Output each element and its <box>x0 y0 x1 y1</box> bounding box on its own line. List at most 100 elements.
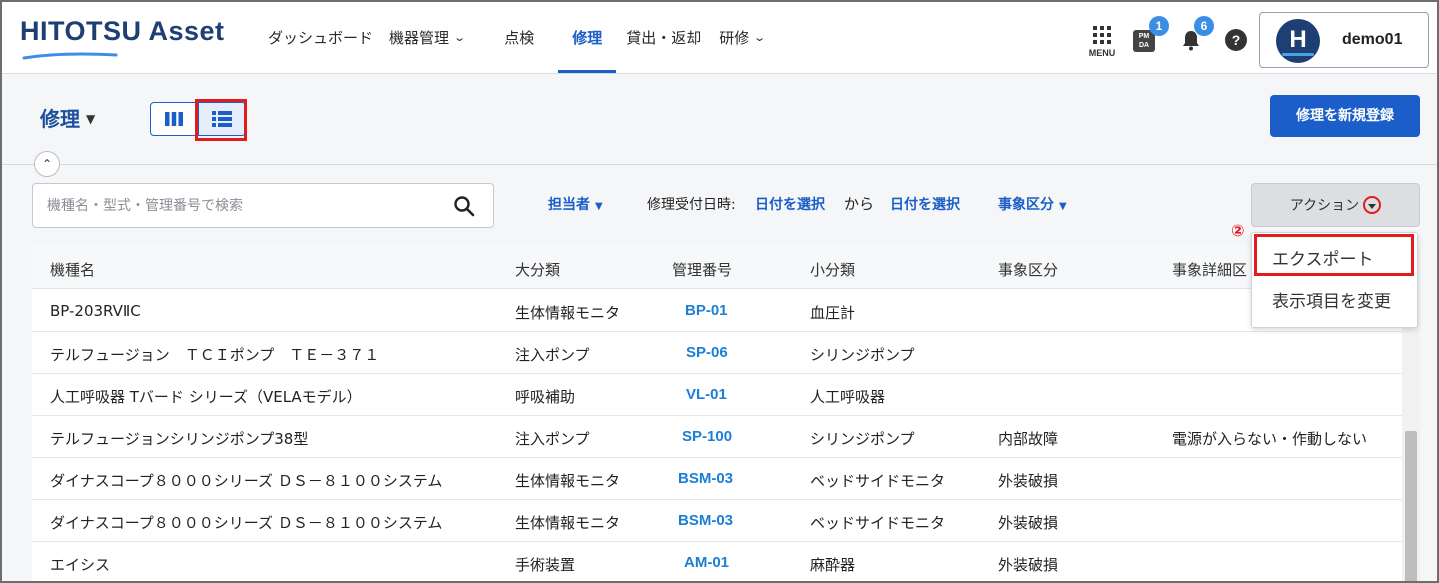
list-view-highlight <box>195 99 247 141</box>
cell-event-type: 外装破損 <box>998 514 1059 532</box>
cell-subcategory: 人工呼吸器 <box>810 388 886 406</box>
help-icon[interactable]: ? <box>1225 29 1247 51</box>
nav-label: 貸出・返却 <box>626 28 702 47</box>
page-title: 修理 <box>40 107 80 131</box>
nav-item-repair[interactable]: 修理 <box>558 2 617 73</box>
cell-asset-id[interactable]: AM-01 <box>684 554 729 571</box>
nav-item-equipment[interactable]: 機器管理 ⌄ <box>387 2 478 72</box>
table-row[interactable]: テルフュージョンシリンジポンプ38型 注入ポンプ SP-100 シリンジポンプ … <box>32 416 1402 458</box>
main-nav: ダッシュボード 機器管理 ⌄ 点検 修理 貸出・返却 研修 ⌄ <box>268 2 779 73</box>
caret-down-icon: ▼ <box>86 112 96 126</box>
cell-model: テルフュージョンシリンジポンプ38型 <box>50 430 309 448</box>
cell-category: 生体情報モニタ <box>515 472 621 490</box>
cell-subcategory: ベッドサイドモニタ <box>810 514 946 532</box>
column-header[interactable]: 機種名 <box>50 259 95 280</box>
caret-down-icon: ▼ <box>1059 201 1067 212</box>
table-header: 機種名 大分類 管理番号 小分類 事象区分 事象詳細区 <box>32 246 1402 289</box>
nav-item-inspection[interactable]: 点検 <box>478 2 548 72</box>
caret-down-icon: ▼ <box>595 201 603 212</box>
logo-text: HITOTSU Asset <box>20 16 225 46</box>
cell-category: 生体情報モニタ <box>515 514 621 532</box>
pmda-badge: 1 <box>1149 16 1169 36</box>
cell-model: ダイナスコープ８０００シリーズ ＤＳ－８１００システム <box>50 472 443 490</box>
cell-model: ダイナスコープ８０００シリーズ ＤＳ－８１００システム <box>50 514 443 532</box>
cell-asset-id[interactable]: VL-01 <box>686 386 727 403</box>
cell-event-type: 外装破損 <box>998 472 1059 490</box>
header-divider <box>2 164 1437 165</box>
nav-label: 修理 <box>572 28 603 47</box>
step-marker: ② <box>1231 221 1245 240</box>
nav-label: 点検 <box>504 28 535 47</box>
grid-menu-icon <box>1093 26 1111 44</box>
cell-event-type: 内部故障 <box>998 430 1059 448</box>
column-header[interactable]: 大分類 <box>515 259 560 280</box>
assignee-filter[interactable]: 担当者 ▼ <box>548 194 603 214</box>
nav-item-training[interactable]: 研修 ⌄ <box>711 2 778 72</box>
cell-category: 生体情報モニタ <box>515 304 621 322</box>
nav-label: ダッシュボード <box>268 28 374 47</box>
repair-table: 機種名 大分類 管理番号 小分類 事象区分 事象詳細区 BP-203RVⅡC 生… <box>32 246 1402 581</box>
cell-subcategory: ベッドサイドモニタ <box>810 472 946 490</box>
app-window: HITOTSU Asset ダッシュボード 機器管理 ⌄ 点検 修理 貸出・返却 … <box>0 0 1439 583</box>
menu-item-change-columns[interactable]: 表示項目を変更 <box>1272 287 1391 312</box>
app-logo[interactable]: HITOTSU Asset <box>20 16 225 60</box>
action-button-label: アクション <box>1289 198 1360 214</box>
nav-item-dashboard[interactable]: ダッシュボード <box>268 2 387 72</box>
search-icon[interactable] <box>453 195 475 217</box>
scrollbar-thumb[interactable] <box>1405 431 1417 581</box>
chevron-down-icon: ⌄ <box>753 30 767 44</box>
date-filter-label: 修理受付日時: <box>647 197 736 213</box>
cell-subcategory: 血圧計 <box>810 304 856 322</box>
table-row[interactable]: エイシス 手術装置 AM-01 麻酔器 外装破損 <box>32 542 1402 581</box>
column-header[interactable]: 事象区分 <box>998 259 1058 280</box>
table-row[interactable]: テルフュージョン ＴＣＩポンプ ＴＥ－３７１ 注入ポンプ SP-06 シリンジポ… <box>32 332 1402 374</box>
page-title-dropdown[interactable]: 修理 ▼ <box>40 103 95 132</box>
cell-model: BP-203RVⅡC <box>50 302 141 320</box>
column-header[interactable]: 管理番号 <box>672 259 732 280</box>
table-row[interactable]: ダイナスコープ８０００シリーズ ＤＳ－８１００システム 生体情報モニタ BSM-… <box>32 458 1402 500</box>
collapse-icon[interactable]: ⌃ <box>34 151 60 177</box>
cell-asset-id[interactable]: BP-01 <box>685 302 728 319</box>
cell-category: 注入ポンプ <box>515 346 590 364</box>
user-menu-button[interactable]: H demo01 <box>1259 12 1429 68</box>
avatar: H <box>1276 19 1320 63</box>
cell-category: 呼吸補助 <box>515 388 576 406</box>
table-row[interactable]: 人工呼吸器 Tバード シリーズ（VELAモデル） 呼吸補助 VL-01 人工呼吸… <box>32 374 1402 416</box>
nav-item-lending[interactable]: 貸出・返却 <box>616 2 711 72</box>
event-type-filter[interactable]: 事象区分 ▼ <box>998 194 1067 214</box>
cell-asset-id[interactable]: BSM-03 <box>678 470 733 487</box>
cell-asset-id[interactable]: SP-100 <box>682 428 732 445</box>
cell-model: テルフュージョン ＴＣＩポンプ ＴＥ－３７１ <box>50 346 380 364</box>
columns-icon <box>165 112 183 126</box>
search-input[interactable] <box>47 194 427 218</box>
pmda-label-bottom: DA <box>1138 42 1150 49</box>
export-highlight <box>1254 234 1414 276</box>
cell-model: エイシス <box>50 556 111 574</box>
nav-label: 機器管理 <box>389 28 450 47</box>
chevron-down-icon: ⌄ <box>453 30 467 44</box>
date-from-picker[interactable]: 日付を選択 <box>755 194 825 214</box>
nav-label: 研修 <box>719 28 750 47</box>
chevron-down-circle-icon <box>1363 196 1382 214</box>
date-to-picker[interactable]: 日付を選択 <box>890 194 960 214</box>
menu-button[interactable]: MENU <box>1085 26 1119 58</box>
register-repair-button[interactable]: 修理を新規登録 <box>1270 95 1420 137</box>
event-type-filter-label: 事象区分 <box>998 197 1054 213</box>
table-row[interactable]: BP-203RVⅡC 生体情報モニタ BP-01 血圧計 <box>32 290 1402 332</box>
cell-event-detail: 電源が入らない・作動しない <box>1172 430 1368 448</box>
column-header[interactable]: 小分類 <box>810 259 855 280</box>
logo-swoosh-icon <box>22 52 118 60</box>
cell-model: 人工呼吸器 Tバード シリーズ（VELAモデル） <box>50 388 362 406</box>
cell-event-type: 外装破損 <box>998 556 1059 574</box>
column-view-button[interactable] <box>150 102 198 136</box>
cell-subcategory: シリンジポンプ <box>810 430 915 448</box>
cell-category: 手術装置 <box>515 556 576 574</box>
cell-asset-id[interactable]: SP-06 <box>686 344 728 361</box>
search-box <box>32 183 494 228</box>
user-name: demo01 <box>1342 31 1403 48</box>
table-row[interactable]: ダイナスコープ８０００シリーズ ＤＳ－８１００システム 生体情報モニタ BSM-… <box>32 500 1402 542</box>
cell-asset-id[interactable]: BSM-03 <box>678 512 733 529</box>
cell-category: 注入ポンプ <box>515 430 590 448</box>
column-header[interactable]: 事象詳細区 <box>1172 259 1247 280</box>
action-button[interactable]: アクション <box>1251 183 1420 227</box>
